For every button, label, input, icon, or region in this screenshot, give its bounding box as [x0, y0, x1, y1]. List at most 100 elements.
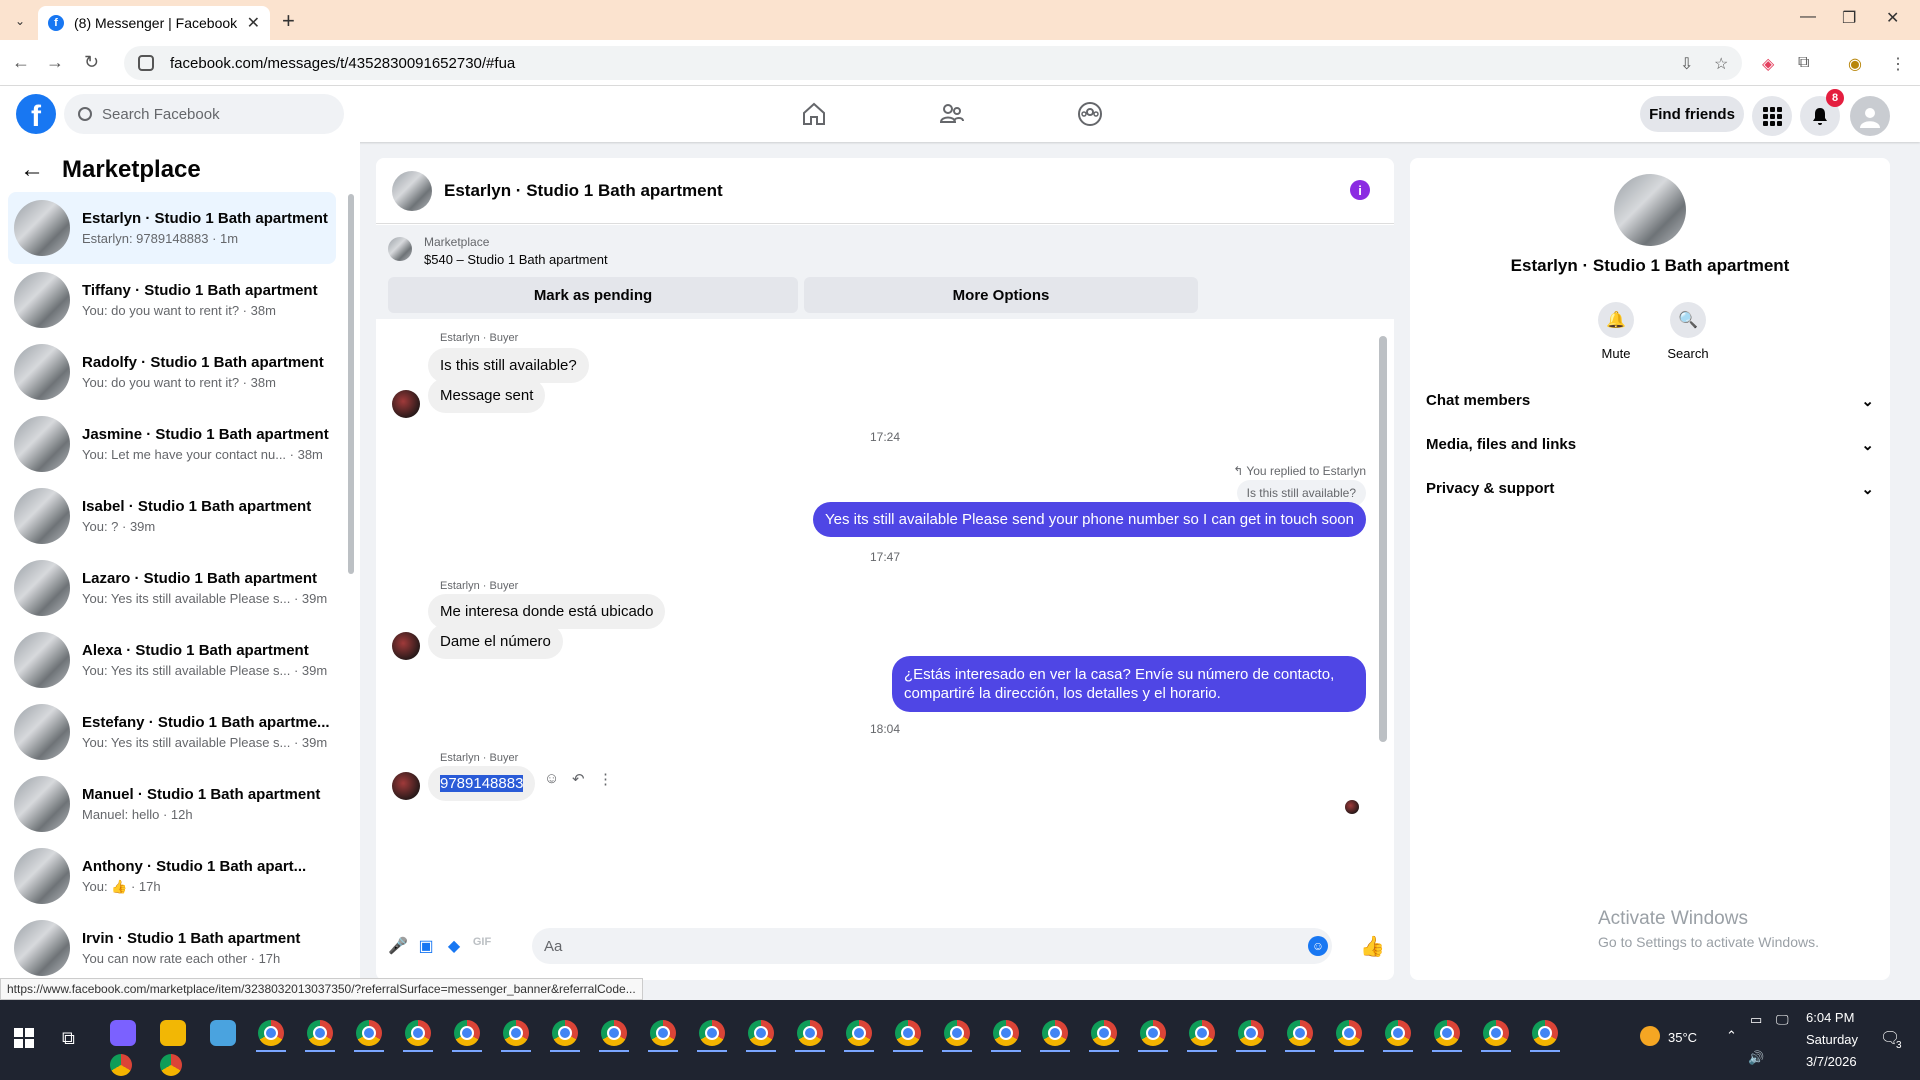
address-bar[interactable]: facebook.com/messages/t/4352830091652730… — [124, 46, 1742, 80]
incoming-message[interactable]: 9789148883 — [428, 766, 536, 801]
ublock-extension-icon[interactable]: ◈ — [1762, 54, 1774, 74]
facebook-logo-icon[interactable]: f — [16, 94, 56, 134]
chrome-window-icon[interactable] — [944, 1020, 970, 1046]
sticker-icon[interactable]: ◆ — [444, 936, 464, 956]
bookmark-star-icon[interactable]: ☆ — [1714, 54, 1728, 74]
app-icon[interactable] — [210, 1020, 236, 1046]
find-friends-button[interactable]: Find friends — [1640, 96, 1744, 132]
chrome-window-icon[interactable] — [895, 1020, 921, 1046]
extensions-puzzle-icon[interactable]: ⧉ — [1798, 54, 1809, 72]
chrome-window-icon[interactable] — [552, 1020, 578, 1046]
privacy-support-row[interactable]: Privacy & support ⌄ — [1426, 480, 1874, 498]
tab-close-icon[interactable]: ✕ — [247, 13, 260, 33]
chrome-window-icon[interactable] — [160, 1054, 182, 1076]
reload-icon[interactable]: ↻ — [84, 52, 99, 73]
chrome-window-icon[interactable] — [748, 1020, 774, 1046]
chrome-window-icon[interactable] — [1189, 1020, 1215, 1046]
network-icon[interactable]: 🖵 — [1776, 1012, 1789, 1028]
conversation-item[interactable]: Manuel · Studio 1 Bath apartment Manuel: … — [8, 768, 336, 840]
browser-tab-messenger[interactable]: f (8) Messenger | Facebook ✕ — [38, 6, 270, 40]
clock-day[interactable]: Saturday — [1806, 1032, 1858, 1047]
microphone-icon[interactable]: 🎤 — [388, 936, 408, 956]
info-icon[interactable]: i — [1350, 180, 1370, 200]
outgoing-message[interactable]: ¿Estás interesado en ver la casa? Envíe … — [892, 656, 1366, 712]
windows-start-icon[interactable] — [14, 1028, 34, 1048]
react-emoji-icon[interactable]: ☺ — [544, 770, 559, 787]
clock-date[interactable]: 3/7/2026 — [1806, 1054, 1857, 1069]
avatar[interactable] — [392, 390, 420, 418]
file-explorer-icon[interactable] — [160, 1020, 186, 1046]
chrome-window-icon[interactable] — [601, 1020, 627, 1046]
weather-icon[interactable] — [1640, 1026, 1660, 1046]
mute-action[interactable]: 🔔 Mute — [1586, 302, 1646, 361]
chrome-window-icon[interactable] — [405, 1020, 431, 1046]
friends-icon[interactable] — [938, 100, 966, 128]
conversation-item[interactable]: Radolfy · Studio 1 Bath apartment You: do… — [8, 336, 336, 408]
chrome-window-icon[interactable] — [356, 1020, 382, 1046]
back-arrow-icon[interactable]: ← — [20, 156, 44, 184]
mark-as-pending-button[interactable]: Mark as pending — [388, 277, 798, 313]
avatar[interactable] — [392, 772, 420, 800]
install-app-icon[interactable]: ⇩ — [1680, 54, 1693, 74]
menu-grid-icon[interactable] — [1752, 96, 1792, 136]
conversation-item[interactable]: Tiffany · Studio 1 Bath apartment You: do… — [8, 264, 336, 336]
conversation-item[interactable]: Anthony · Studio 1 Bath apart... You: 👍 ·… — [8, 840, 336, 912]
account-avatar[interactable] — [1850, 96, 1890, 136]
chrome-window-icon[interactable] — [1385, 1020, 1411, 1046]
conversation-item[interactable]: Estefany · Studio 1 Bath apartme... You: … — [8, 696, 336, 768]
more-options-button[interactable]: More Options — [804, 277, 1198, 313]
gif-icon[interactable]: GIF — [472, 936, 492, 956]
chrome-window-icon[interactable] — [1483, 1020, 1509, 1046]
conversation-item[interactable]: Irvin · Studio 1 Bath apartment You can n… — [8, 912, 336, 980]
conversation-item[interactable]: Alexa · Studio 1 Bath apartment You: Yes … — [8, 624, 336, 696]
conversation-item[interactable]: Jasmine · Studio 1 Bath apartment You: Le… — [8, 408, 336, 480]
browser-menu-icon[interactable]: ⋮ — [1890, 54, 1906, 74]
chrome-window-icon[interactable] — [503, 1020, 529, 1046]
marketplace-banner[interactable]: Marketplace $540 – Studio 1 Bath apartme… — [376, 225, 1394, 319]
avatar[interactable] — [392, 632, 420, 660]
chat-scrollbar[interactable] — [1379, 336, 1387, 742]
new-tab-button[interactable]: + — [282, 8, 295, 34]
conversation-item[interactable]: Isabel · Studio 1 Bath apartment You: ? ·… — [8, 480, 336, 552]
chrome-window-icon[interactable] — [454, 1020, 480, 1046]
photo-icon[interactable]: ▣ — [416, 936, 436, 956]
site-info-icon[interactable] — [138, 55, 154, 71]
chrome-window-icon[interactable] — [1532, 1020, 1558, 1046]
chrome-window-icon[interactable] — [1042, 1020, 1068, 1046]
incoming-message[interactable]: Message sent — [428, 378, 546, 413]
chrome-window-icon[interactable] — [797, 1020, 823, 1046]
clock-time[interactable]: 6:04 PM — [1806, 1010, 1854, 1025]
chrome-window-icon[interactable] — [1336, 1020, 1362, 1046]
chrome-window-icon[interactable] — [307, 1020, 333, 1046]
volume-icon[interactable]: 🔊 — [1748, 1050, 1764, 1066]
task-view-icon[interactable]: ⧉ — [62, 1028, 75, 1049]
conversation-item[interactable]: Lazaro · Studio 1 Bath apartment You: Yes… — [8, 552, 336, 624]
copilot-icon[interactable] — [110, 1020, 136, 1046]
selected-phone-text[interactable]: 9789148883 — [440, 775, 524, 792]
show-hidden-icons-icon[interactable]: ⌃ — [1726, 1028, 1737, 1044]
meet-now-icon[interactable]: ▭ — [1750, 1012, 1762, 1028]
chrome-window-icon[interactable] — [1287, 1020, 1313, 1046]
chrome-window-icon[interactable] — [1140, 1020, 1166, 1046]
chrome-window-icon[interactable] — [258, 1020, 284, 1046]
restore-button[interactable]: ❐ — [1842, 8, 1856, 28]
profile-icon[interactable]: ◉ — [1848, 54, 1862, 74]
listing-photo[interactable] — [1614, 174, 1686, 246]
media-files-row[interactable]: Media, files and links ⌄ — [1426, 436, 1874, 454]
chat-title[interactable]: Estarlyn · Studio 1 Bath apartment — [444, 181, 723, 201]
thumbs-up-icon[interactable]: 👍 — [1360, 934, 1385, 959]
more-icon[interactable]: ⋮ — [598, 770, 613, 788]
chrome-window-icon[interactable] — [699, 1020, 725, 1046]
home-icon[interactable] — [800, 100, 828, 128]
forward-arrow-icon[interactable]: → — [46, 52, 64, 73]
chrome-window-icon[interactable] — [650, 1020, 676, 1046]
chrome-window-icon[interactable] — [993, 1020, 1019, 1046]
minimize-button[interactable]: — — [1800, 8, 1816, 26]
incoming-message[interactable]: Dame el número — [428, 624, 563, 659]
emoji-icon[interactable]: ☺ — [1308, 936, 1328, 956]
chrome-window-icon[interactable] — [110, 1054, 132, 1076]
chrome-window-icon[interactable] — [1238, 1020, 1264, 1046]
chrome-window-icon[interactable] — [1091, 1020, 1117, 1046]
close-window-button[interactable]: ✕ — [1886, 8, 1899, 28]
weather-temp[interactable]: 35°C — [1668, 1030, 1697, 1045]
